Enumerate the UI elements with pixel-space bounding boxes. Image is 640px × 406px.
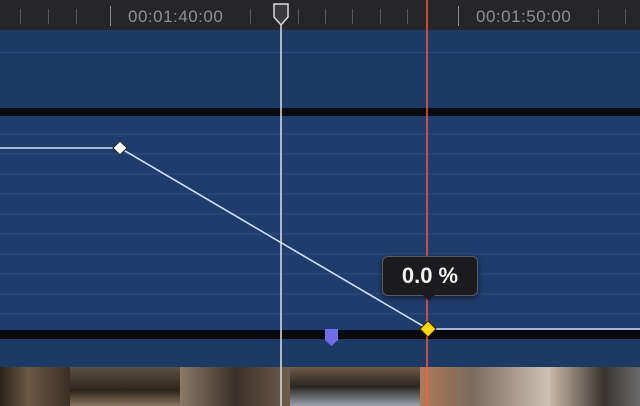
keyframe-1[interactable] (112, 140, 128, 156)
keyframe-2-selected[interactable] (419, 320, 437, 338)
marker-icon[interactable] (325, 329, 338, 346)
animation-curve[interactable] (0, 147, 640, 330)
timeline-overlay (0, 0, 640, 406)
playhead-handle-icon[interactable] (273, 3, 289, 27)
timeline-editor: 00:01:40:00 00:01:50:00 0.0 % (0, 0, 640, 406)
tooltip-arrow (422, 294, 436, 301)
keyframe-value-tooltip: 0.0 % (382, 256, 478, 301)
tooltip-value: 0.0 % (401, 263, 459, 288)
